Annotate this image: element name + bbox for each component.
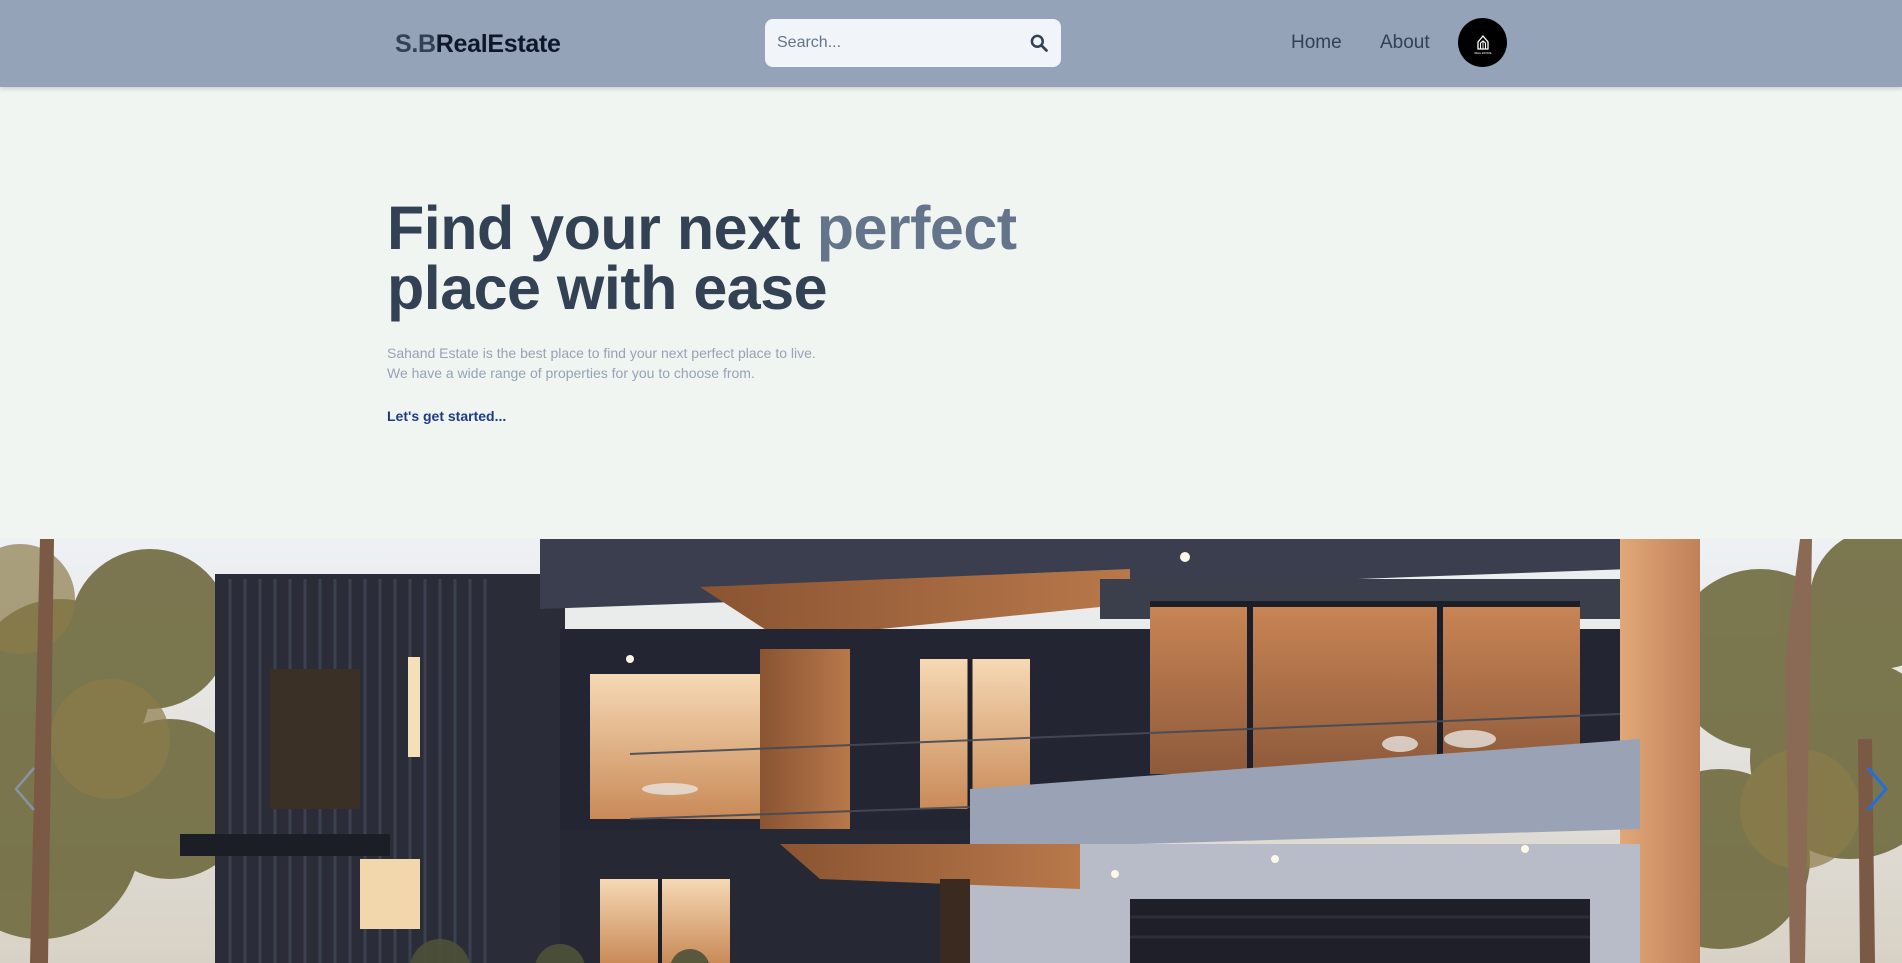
search-icon[interactable] xyxy=(1029,33,1049,53)
real-estate-logo-icon: REAL ESTATE xyxy=(1474,34,1491,55)
hero-description-line2: We have a wide range of properties for y… xyxy=(387,365,755,381)
chevron-right-icon[interactable] xyxy=(1862,764,1892,814)
nav-about-link[interactable]: About xyxy=(1380,32,1430,54)
hero-title: Find your next perfect place with ease xyxy=(387,198,1087,319)
hero-description: Sahand Estate is the best place to find … xyxy=(387,343,816,383)
get-started-link[interactable]: Let's get started... xyxy=(387,408,506,424)
chevron-left-icon[interactable] xyxy=(10,764,40,814)
hero-title-accent: perfect xyxy=(816,194,1017,262)
profile-avatar[interactable]: REAL ESTATE xyxy=(1458,18,1507,67)
house-photo xyxy=(0,539,1902,963)
site-logo[interactable]: S.BRealEstate xyxy=(395,30,561,59)
avatar-logo-text: REAL ESTATE xyxy=(1474,51,1491,55)
image-slider xyxy=(0,539,1902,963)
search-input[interactable] xyxy=(777,29,1017,57)
logo-text-prefix: S.B xyxy=(395,30,436,58)
search-form xyxy=(765,19,1061,67)
site-header: S.BRealEstate Home About REAL ESTATE xyxy=(0,0,1902,87)
hero-description-line1: Sahand Estate is the best place to find … xyxy=(387,345,816,361)
hero-title-part2: place with ease xyxy=(387,254,828,322)
logo-text-brand: RealEstate xyxy=(435,30,561,58)
nav-home-link[interactable]: Home xyxy=(1291,32,1342,54)
hero-title-part1: Find your next xyxy=(387,194,817,262)
